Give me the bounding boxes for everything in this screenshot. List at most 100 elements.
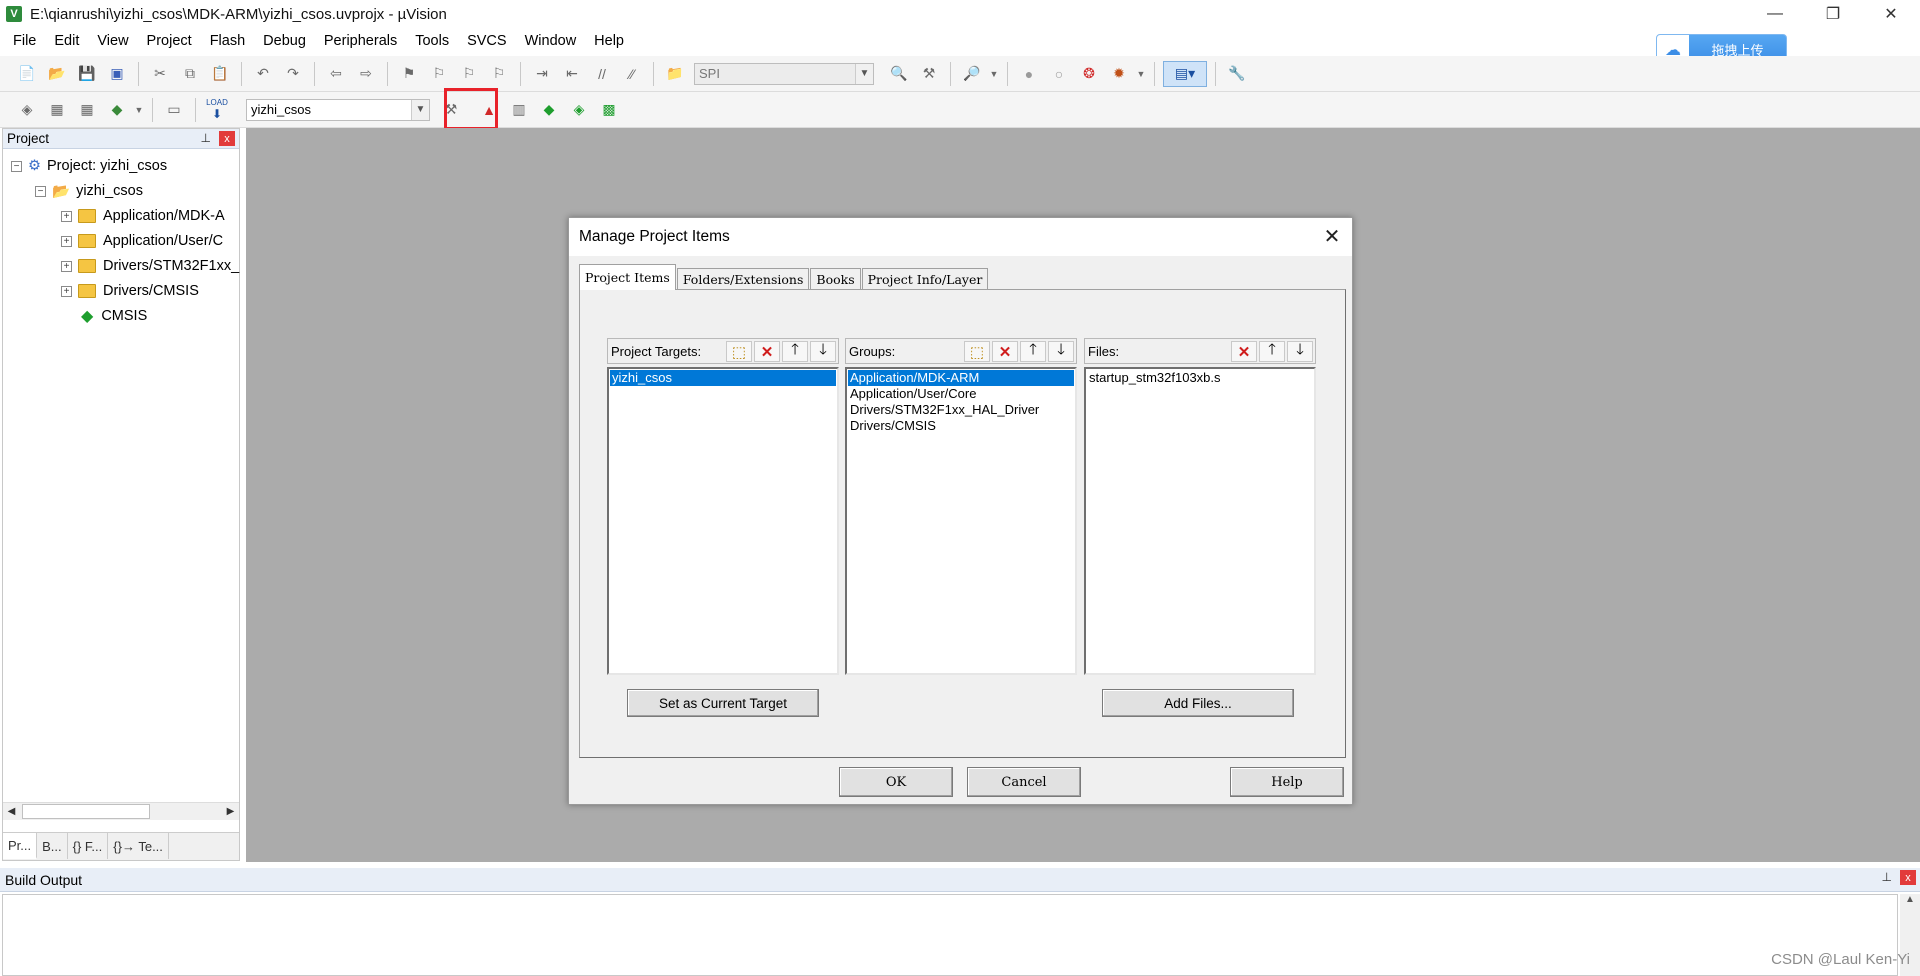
menu-window[interactable]: Window bbox=[516, 33, 586, 49]
move-up-icon[interactable]: 🡑 bbox=[1259, 341, 1285, 362]
menu-edit[interactable]: Edit bbox=[45, 33, 88, 49]
download-icon[interactable]: LOAD ⬇ bbox=[204, 97, 230, 123]
tree-item-cmsis[interactable]: ◆ CMSIS bbox=[81, 305, 147, 327]
chevron-down-icon[interactable]: ▼ bbox=[855, 63, 873, 84]
incremental-find-icon[interactable]: ⚒ bbox=[916, 61, 942, 87]
expand-icon[interactable]: + bbox=[61, 235, 72, 247]
new-group-icon[interactable]: ⬚ bbox=[964, 341, 990, 362]
chevron-down-icon[interactable]: ▼ bbox=[1136, 61, 1146, 87]
configure-icon[interactable]: 🔧 bbox=[1224, 61, 1250, 87]
close-icon[interactable]: ✕ bbox=[1320, 224, 1344, 248]
rebuild-icon[interactable]: ▦ bbox=[74, 97, 100, 123]
help-button[interactable]: Help bbox=[1230, 767, 1344, 797]
bookmark-prev-icon[interactable]: ⚐ bbox=[426, 61, 452, 87]
chevron-down-icon[interactable]: ▼ bbox=[989, 61, 999, 87]
window-layout-icon[interactable]: ▤▾ bbox=[1163, 60, 1207, 87]
menu-file[interactable]: File bbox=[4, 33, 45, 49]
undo-icon[interactable]: ↶ bbox=[250, 61, 276, 87]
cut-icon[interactable]: ✂ bbox=[147, 61, 173, 87]
menu-svcs[interactable]: SVCS bbox=[458, 33, 516, 49]
bookmark-clear-icon[interactable]: ⚐ bbox=[486, 61, 512, 87]
expand-icon[interactable]: + bbox=[61, 260, 72, 272]
nav-back-icon[interactable]: ⇦ bbox=[323, 61, 349, 87]
cancel-button[interactable]: Cancel bbox=[967, 767, 1081, 797]
batch-build-icon[interactable]: ◆ bbox=[104, 97, 130, 123]
comment-icon[interactable]: // bbox=[589, 61, 615, 87]
close-icon[interactable]: x bbox=[1900, 870, 1916, 885]
tab-books[interactable]: B... bbox=[37, 833, 68, 859]
bookmark-icon[interactable]: ⚑ bbox=[396, 61, 422, 87]
list-item[interactable]: startup_stm32f103xb.s bbox=[1087, 370, 1313, 386]
tab-folders-extensions[interactable]: Folders/Extensions bbox=[676, 268, 810, 290]
pin-icon[interactable]: ⊥ bbox=[1882, 870, 1892, 884]
delete-group-icon[interactable]: ✕ bbox=[992, 341, 1018, 362]
expand-icon[interactable]: + bbox=[61, 210, 72, 222]
scroll-thumb[interactable] bbox=[22, 804, 150, 819]
menu-help[interactable]: Help bbox=[585, 33, 633, 49]
manage-run-time-environment-icon[interactable]: ◆ bbox=[536, 97, 562, 123]
horizontal-scrollbar[interactable]: ◀ ▶ bbox=[3, 802, 239, 820]
files-list[interactable]: startup_stm32f103xb.s bbox=[1084, 367, 1316, 675]
menu-debug[interactable]: Debug bbox=[254, 33, 315, 49]
move-up-icon[interactable]: 🡑 bbox=[1020, 341, 1046, 362]
tree-item-group[interactable]: + Application/MDK-A bbox=[61, 205, 225, 227]
new-target-icon[interactable]: ⬚ bbox=[726, 341, 752, 362]
tree-item-target[interactable]: − 📂 yizhi_csos bbox=[35, 180, 143, 202]
nav-forward-icon[interactable]: ⇨ bbox=[353, 61, 379, 87]
list-item[interactable]: yizhi_csos bbox=[610, 370, 836, 386]
chevron-down-icon[interactable]: ▼ bbox=[134, 97, 144, 123]
tab-project-items[interactable]: Project Items bbox=[579, 264, 676, 290]
scroll-right-icon[interactable]: ▶ bbox=[222, 803, 239, 820]
scroll-up-icon[interactable]: ▲ bbox=[1900, 894, 1920, 905]
open-file-icon[interactable]: 📂 bbox=[44, 61, 70, 87]
menu-peripherals[interactable]: Peripherals bbox=[315, 33, 406, 49]
targets-list[interactable]: yizhi_csos bbox=[607, 367, 839, 675]
tab-project[interactable]: Pr... bbox=[3, 833, 38, 859]
menu-view[interactable]: View bbox=[88, 33, 137, 49]
uncomment-icon[interactable]: ⁄⁄ bbox=[619, 61, 645, 87]
list-item[interactable]: Application/MDK-ARM bbox=[848, 370, 1074, 386]
find-icon[interactable]: 🔍 bbox=[886, 61, 912, 87]
breakpoint-kill-icon[interactable]: ✹ bbox=[1106, 61, 1132, 87]
menu-project[interactable]: Project bbox=[138, 33, 201, 49]
tab-functions[interactable]: {} F... bbox=[68, 833, 109, 859]
delete-target-icon[interactable]: ✕ bbox=[754, 341, 780, 362]
build-icon[interactable]: ▦ bbox=[44, 97, 70, 123]
move-up-icon[interactable]: 🡑 bbox=[782, 341, 808, 362]
indent-icon[interactable]: ⇥ bbox=[529, 61, 555, 87]
restore-button[interactable]: ❐ bbox=[1804, 0, 1862, 28]
list-item[interactable]: Drivers/CMSIS bbox=[848, 418, 1074, 434]
target-combo[interactable]: yizhi_csos ▼ bbox=[246, 98, 430, 121]
tree-item-group[interactable]: + Application/User/C bbox=[61, 230, 223, 252]
unindent-icon[interactable]: ⇤ bbox=[559, 61, 585, 87]
copy-icon[interactable]: ⧉ bbox=[177, 61, 203, 87]
expand-icon[interactable]: + bbox=[61, 285, 72, 297]
pack-installer-icon[interactable]: ▩ bbox=[596, 97, 622, 123]
tab-books[interactable]: Books bbox=[810, 268, 861, 290]
redo-icon[interactable]: ↷ bbox=[280, 61, 306, 87]
menu-flash[interactable]: Flash bbox=[201, 33, 254, 49]
list-item[interactable]: Drivers/STM32F1xx_HAL_Driver bbox=[848, 402, 1074, 418]
tree-item-project[interactable]: − ⚙ Project: yizhi_csos bbox=[11, 155, 167, 177]
bookmark-next-icon[interactable]: ⚐ bbox=[456, 61, 482, 87]
new-file-icon[interactable]: 📄 bbox=[14, 61, 40, 87]
pin-icon[interactable]: ⊥ bbox=[201, 131, 211, 145]
select-software-packs-icon[interactable]: ◈ bbox=[566, 97, 592, 123]
list-item[interactable]: Application/User/Core bbox=[848, 386, 1074, 402]
menu-tools[interactable]: Tools bbox=[406, 33, 458, 49]
file-extensions-icon[interactable]: ▥ bbox=[506, 97, 532, 123]
find-in-files-icon[interactable]: 📁 bbox=[662, 61, 688, 87]
tab-project-info-layer[interactable]: Project Info/Layer bbox=[861, 268, 989, 290]
scroll-left-icon[interactable]: ◀ bbox=[3, 803, 20, 820]
add-files-button[interactable]: Add Files... bbox=[1102, 689, 1294, 717]
build-output-text[interactable] bbox=[2, 894, 1898, 976]
delete-file-icon[interactable]: ✕ bbox=[1231, 341, 1257, 362]
move-down-icon[interactable]: 🡓 bbox=[810, 341, 836, 362]
collapse-icon[interactable]: − bbox=[11, 160, 22, 172]
groups-list[interactable]: Application/MDK-ARM Application/User/Cor… bbox=[845, 367, 1077, 675]
save-all-icon[interactable]: ▣ bbox=[104, 61, 130, 87]
breakpoint-icon[interactable]: ● bbox=[1016, 61, 1042, 87]
chevron-down-icon[interactable]: ▼ bbox=[411, 99, 429, 120]
stop-build-icon[interactable]: ▭ bbox=[161, 97, 187, 123]
paste-icon[interactable]: 📋 bbox=[207, 61, 233, 87]
